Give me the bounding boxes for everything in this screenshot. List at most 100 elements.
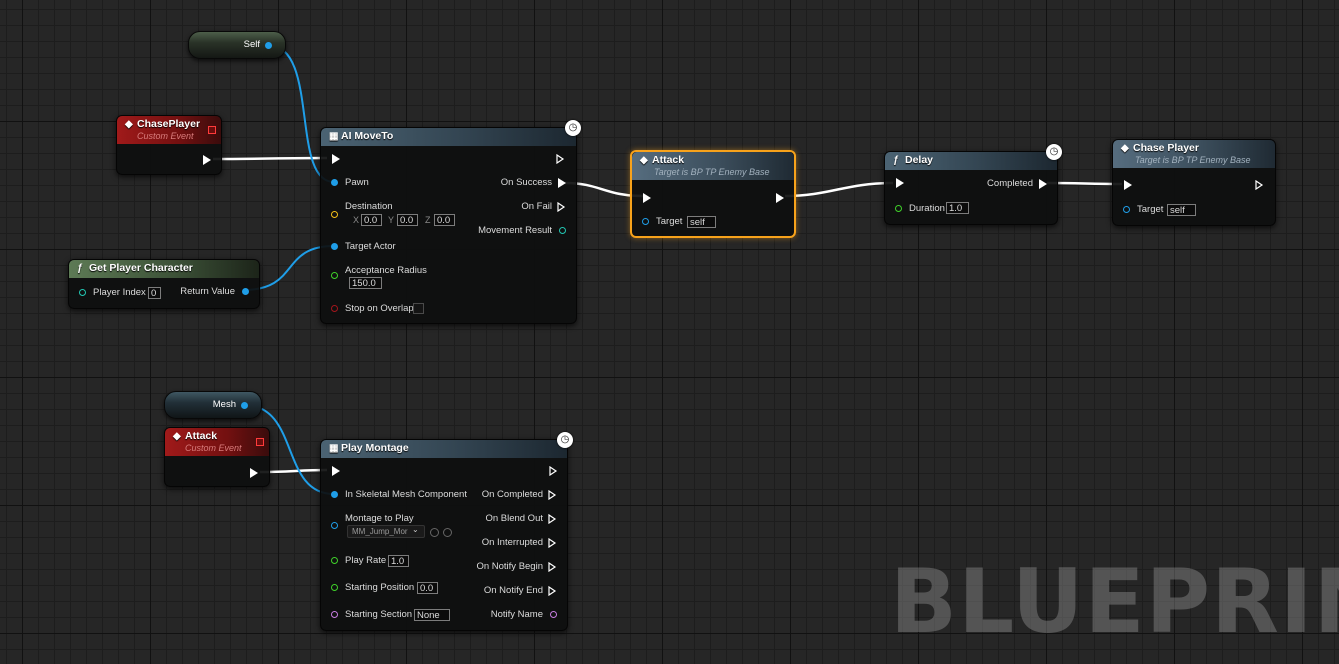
player-index-input[interactable]: 0 [148,287,161,299]
dest-y-label: Y [388,215,395,225]
on-notify-end-exec-pin[interactable] [548,586,557,596]
delay-exec-in[interactable] [896,178,904,188]
on-completed-label: On Completed [481,489,543,500]
get-player-character-header: ƒ Get Player Character [69,260,259,278]
function-diamond-icon: ◆ [640,155,648,166]
target-actor-pin[interactable] [331,243,338,250]
dest-z-input[interactable]: 0.0 [434,214,455,226]
on-fail-pin-row: On Fail [521,200,566,214]
dest-x-input[interactable]: 0.0 [361,214,382,226]
duration-pin[interactable] [895,205,902,212]
play-montage-node[interactable]: ▦ Play Montage ◷ In Skeletal Mesh Compone… [320,432,573,631]
on-blend-out-pin-row: On Blend Out [485,512,557,526]
chase-player-exec-out[interactable] [203,155,211,165]
self-node[interactable]: Self [188,31,286,59]
chase-player-call-node[interactable]: ◆ Chase Player Target is BP TP Enemy Base… [1112,139,1276,226]
acceptance-radius-input[interactable]: 150.0 [349,277,382,289]
mesh-node[interactable]: Mesh [164,391,262,419]
ai-moveto-exec-in[interactable] [332,154,340,164]
attack-event-node[interactable]: ◆ Attack Custom Event [164,427,270,487]
get-player-character-node[interactable]: ƒ Get Player Character Player Index 0 Ret… [68,259,260,309]
destination-pin[interactable] [331,211,338,218]
pawn-label: Pawn [345,177,369,188]
movement-result-label: Movement Result [478,225,552,236]
player-index-pin[interactable] [79,289,86,296]
movement-result-pin-row: Movement Result [478,224,566,238]
on-interrupted-exec-pin[interactable] [548,538,557,548]
notify-name-label: Notify Name [490,609,543,620]
completed-exec-pin[interactable] [1039,179,1047,189]
notify-name-pin-row: Notify Name [491,608,557,622]
chase-target-pin[interactable] [1123,206,1130,213]
attack-target-input[interactable]: self [687,216,716,228]
on-fail-exec-pin[interactable] [557,202,566,212]
ai-moveto-exec-out[interactable] [556,154,565,164]
starting-section-pin[interactable] [331,611,338,618]
chase-player-call-exec-in[interactable] [1124,180,1132,190]
attack-call-exec-in[interactable] [643,193,651,203]
wire-exec-attack-event-to-montage [259,468,328,474]
starting-position-input[interactable]: 0.0 [417,582,438,594]
stop-on-overlap-checkbox[interactable] [413,303,424,314]
chase-player-event-header: ◆ ChasePlayer Custom Event [117,116,221,144]
on-notify-begin-exec-pin[interactable] [548,562,557,572]
play-montage-exec-in[interactable] [332,466,340,476]
attack-event-exec-out[interactable] [250,468,258,478]
in-mesh-pin[interactable] [331,491,338,498]
starting-position-label: Starting Position [345,582,415,593]
blueprint-graph-canvas[interactable]: Self ◆ ChasePlayer Custom Event ƒ Get Play… [0,0,1339,664]
on-blend-out-exec-pin[interactable] [548,514,557,524]
event-delegate-pin[interactable] [208,126,216,134]
play-rate-label: Play Rate [345,555,387,566]
attack-event-subtitle: Custom Event [185,443,242,453]
attack-event-title: Attack [185,430,218,442]
play-montage-header: ▦ Play Montage [321,440,567,458]
duration-input[interactable]: 1.0 [946,202,969,214]
on-success-label: On Success [500,177,552,188]
acceptance-radius-label: Acceptance Radius [345,265,427,276]
attack-target-pin[interactable] [642,218,649,225]
attack-call-header: ◆ Attack Target is BP TP Enemy Base [632,152,794,180]
attack-call-title: Attack [652,154,685,166]
attack-call-node[interactable]: ◆ Attack Target is BP TP Enemy Base Targe… [630,150,796,238]
completed-pin-row: Completed [987,177,1047,191]
wire-exec-delay-to-chase [1046,181,1123,186]
delay-title: Delay [905,154,934,166]
macro-grid-icon: ▦ [329,443,339,454]
stop-on-overlap-label: Stop on Overlap [345,303,414,314]
duration-label: Duration [909,203,945,214]
notify-name-pin[interactable] [550,611,557,618]
stop-on-overlap-pin[interactable] [331,305,338,312]
play-rate-input[interactable]: 1.0 [388,555,409,567]
pawn-pin[interactable] [331,179,338,186]
completed-label: Completed [987,178,1033,189]
mesh-output-pin[interactable] [241,402,248,409]
event-diamond-icon: ◆ [125,119,133,130]
on-success-exec-pin[interactable] [558,178,566,188]
movement-result-pin[interactable] [559,227,566,234]
chase-player-call-exec-out[interactable] [1255,180,1264,190]
play-montage-exec-out[interactable] [549,466,558,476]
wire-exec-attack-to-delay [784,181,894,198]
dest-x-label: X [353,215,360,225]
starting-position-pin[interactable] [331,584,338,591]
search-icon[interactable] [443,528,452,537]
get-player-character-title: Get Player Character [89,262,193,274]
self-output-pin[interactable] [265,42,272,49]
chase-target-input[interactable]: self [1167,204,1196,216]
chase-player-event-title: ChasePlayer [137,118,201,130]
event-delegate-pin[interactable] [256,438,264,446]
delay-node[interactable]: ƒ Delay ◷ Duration 1.0 Completed [884,144,1062,225]
on-completed-exec-pin[interactable] [548,490,557,500]
return-value-pin[interactable] [242,288,249,295]
acceptance-radius-pin[interactable] [331,272,338,279]
attack-call-exec-out[interactable] [776,193,784,203]
dest-y-input[interactable]: 0.0 [397,214,418,226]
montage-to-play-pin[interactable] [331,522,338,529]
ai-moveto-node[interactable]: ▦ AI MoveTo ◷ Pawn Destination X 0.0 Y 0.… [320,120,581,324]
chase-player-event-node[interactable]: ◆ ChasePlayer Custom Event [116,115,222,175]
starting-section-input[interactable]: None [414,609,450,621]
browse-asset-icon[interactable] [430,528,439,537]
play-rate-pin[interactable] [331,557,338,564]
chase-target-label: Target [1137,204,1164,215]
